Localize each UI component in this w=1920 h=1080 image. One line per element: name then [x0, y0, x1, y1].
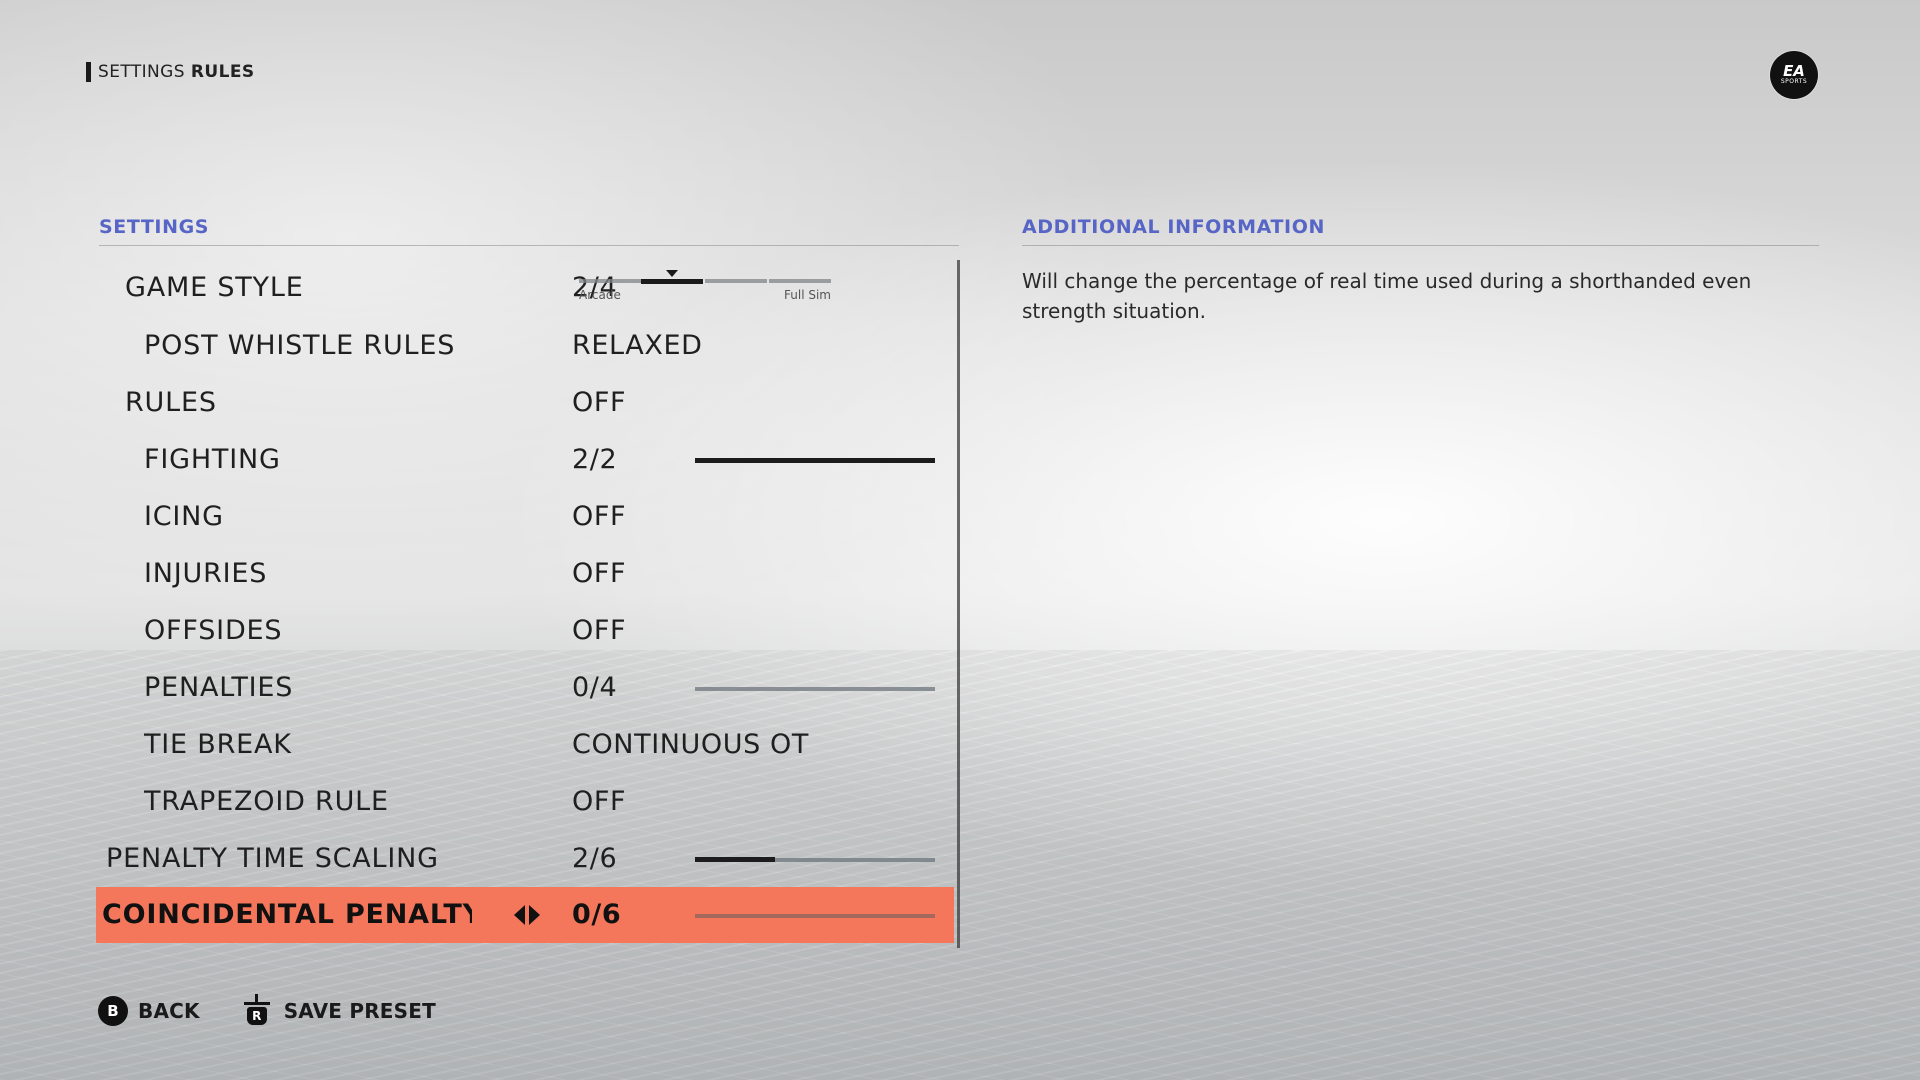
breadcrumb-page: RULES	[190, 62, 255, 82]
breadcrumb-marker	[86, 62, 91, 82]
value-arrows[interactable]	[514, 887, 540, 943]
settings-divider	[99, 245, 959, 246]
slider-segment	[705, 279, 767, 283]
ea-sports-logo: EA SPORTS	[1770, 51, 1818, 99]
setting-label: RULES	[125, 387, 217, 418]
slider-segment	[769, 279, 831, 283]
info-header: ADDITIONAL INFORMATION	[1022, 216, 1325, 238]
slider-left-label: Arcade	[579, 288, 621, 302]
setting-row-penalties[interactable]: PENALTIES 0/4	[96, 660, 954, 716]
setting-value: OFF	[572, 387, 627, 418]
setting-value: OFF	[572, 615, 627, 646]
setting-row-fighting[interactable]: FIGHTING 2/2	[96, 432, 954, 488]
setting-label: COINCIDENTAL PENALTY TIME	[102, 899, 472, 930]
breadcrumb-section: SETTINGS	[98, 62, 185, 82]
slider-segment	[579, 279, 641, 283]
setting-row-post-whistle-rules[interactable]: POST WHISTLE RULES RELAXED	[96, 318, 954, 374]
slider-right-label: Full Sim	[784, 288, 831, 302]
breadcrumb: SETTINGS RULES	[86, 62, 255, 82]
game-style-slider[interactable]: Arcade Full Sim	[579, 270, 831, 309]
right-stick-icon[interactable]: R	[240, 994, 274, 1028]
setting-label: INJURIES	[144, 558, 268, 589]
setting-label: POST WHISTLE RULES	[144, 330, 456, 361]
footer-controls: B BACK R SAVE PRESET	[98, 991, 436, 1031]
setting-label: OFFSIDES	[144, 615, 283, 646]
arrow-left-icon[interactable]	[514, 905, 525, 925]
setting-label: TIE BREAK	[144, 729, 292, 760]
setting-label: PENALTY TIME SCALING	[106, 843, 439, 874]
setting-label: FIGHTING	[144, 444, 281, 475]
penalties-slider[interactable]	[695, 687, 935, 691]
setting-label: TRAPEZOID RULE	[144, 786, 389, 817]
slider-fill	[695, 458, 935, 463]
setting-row-offsides[interactable]: OFFSIDES OFF	[96, 603, 954, 659]
setting-value: OFF	[572, 558, 627, 589]
setting-value: OFF	[572, 786, 627, 817]
setting-row-injuries[interactable]: INJURIES OFF	[96, 546, 954, 602]
setting-label: ICING	[144, 501, 224, 532]
coincidental-penalty-time-slider[interactable]	[695, 914, 935, 918]
setting-value: 0/4	[572, 672, 618, 703]
arrow-right-icon[interactable]	[529, 905, 540, 925]
scrollbar-track[interactable]	[957, 260, 960, 948]
setting-row-penalty-time-scaling[interactable]: PENALTY TIME SCALING 2/6	[96, 831, 954, 887]
setting-row-rules[interactable]: RULES OFF	[96, 375, 954, 431]
setting-label: PENALTIES	[144, 672, 294, 703]
back-label[interactable]: BACK	[138, 999, 200, 1023]
slider-segment-active	[641, 279, 703, 284]
setting-row-icing[interactable]: ICING OFF	[96, 489, 954, 545]
info-description: Will change the percentage of real time …	[1022, 269, 1752, 323]
setting-value: 2/2	[572, 444, 618, 475]
setting-value: RELAXED	[572, 330, 703, 361]
info-divider	[1022, 245, 1819, 246]
setting-value: CONTINUOUS OT	[572, 729, 809, 760]
b-button-icon[interactable]: B	[98, 996, 128, 1026]
setting-value: 2/6	[572, 843, 618, 874]
setting-value: OFF	[572, 501, 627, 532]
slider-fill	[695, 857, 775, 862]
penalty-time-scaling-slider[interactable]	[695, 857, 935, 862]
setting-label: GAME STYLE	[125, 272, 304, 303]
setting-value: 0/6	[572, 899, 622, 930]
fighting-slider[interactable]	[695, 458, 935, 463]
slider-marker-icon	[666, 270, 678, 277]
settings-header: SETTINGS	[99, 216, 210, 238]
save-preset-label[interactable]: SAVE PRESET	[284, 999, 436, 1023]
setting-row-coincidental-penalty-time[interactable]: COINCIDENTAL PENALTY TIME 0/6	[96, 887, 954, 943]
setting-row-tie-break[interactable]: TIE BREAK CONTINUOUS OT	[96, 717, 954, 773]
setting-row-trapezoid-rule[interactable]: TRAPEZOID RULE OFF	[96, 774, 954, 830]
